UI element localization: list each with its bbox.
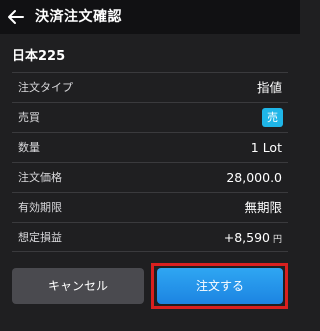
row-estimated-pl: 想定損益 +8,590 円 — [12, 222, 288, 252]
order-details: 注文タイプ 指値 売買 売 数量 1 Lot 注文価格 28,000.0 有効期… — [12, 72, 288, 252]
estimated-pl-amount: +8,590 — [223, 230, 270, 245]
expiry-value: 無期限 — [244, 200, 282, 215]
price-value: 28,000.0 — [226, 170, 282, 185]
row-side: 売買 売 — [12, 102, 288, 132]
row-quantity: 数量 1 Lot — [12, 132, 288, 162]
estimated-pl-label: 想定損益 — [18, 231, 62, 244]
order-type-value: 指値 — [256, 80, 282, 95]
side-label: 売買 — [18, 111, 40, 124]
row-order-type: 注文タイプ 指値 — [12, 72, 288, 102]
row-price: 注文価格 28,000.0 — [12, 162, 288, 192]
quantity-label: 数量 — [18, 141, 40, 154]
expiry-label: 有効期限 — [18, 201, 62, 214]
row-expiry: 有効期限 無期限 — [12, 192, 288, 222]
order-type-label: 注文タイプ — [18, 81, 73, 94]
sell-badge: 売 — [262, 108, 283, 127]
currency-unit: 円 — [272, 235, 282, 245]
price-label: 注文価格 — [18, 171, 62, 184]
top-bar: 決済注文確認 — [0, 0, 300, 34]
estimated-pl-value: +8,590 円 — [224, 223, 282, 255]
symbol-name: 日本225 — [12, 49, 66, 64]
page-title: 決済注文確認 — [35, 9, 122, 25]
place-order-button[interactable]: 注文する — [157, 268, 283, 304]
cancel-button[interactable]: キャンセル — [12, 268, 144, 304]
arrow-left-icon[interactable] — [6, 7, 26, 27]
quantity-value: 1 Lot — [250, 140, 282, 155]
